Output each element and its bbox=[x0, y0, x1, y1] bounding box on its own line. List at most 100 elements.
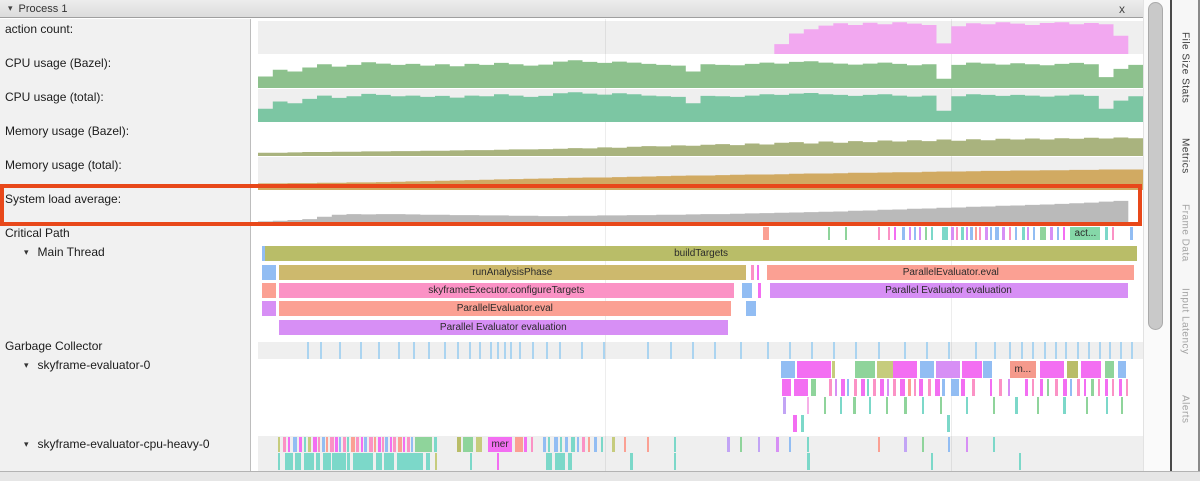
trace-span-labeled[interactable]: Parallel Evaluator evaluation bbox=[279, 320, 728, 335]
trace-span[interactable] bbox=[893, 379, 896, 396]
trace-span-labeled[interactable]: m... bbox=[1010, 361, 1036, 378]
trace-span[interactable] bbox=[948, 342, 950, 359]
trace-span[interactable] bbox=[1063, 379, 1067, 396]
trace-span[interactable] bbox=[951, 227, 954, 240]
trace-span[interactable] bbox=[922, 437, 924, 452]
collapse-arrow-icon[interactable]: ▾ bbox=[24, 247, 29, 258]
trace-span[interactable] bbox=[378, 437, 381, 452]
trace-span[interactable] bbox=[789, 342, 791, 359]
main-thread-lane[interactable]: buildTargets bbox=[258, 246, 1143, 261]
main-thread-lane[interactable]: runAnalysisPhaseParallelEvaluator.eval bbox=[258, 265, 1143, 280]
trace-span[interactable] bbox=[469, 342, 471, 359]
tab-input-latency[interactable]: Input Latency bbox=[1172, 278, 1198, 364]
trace-span[interactable] bbox=[308, 437, 311, 452]
trace-span[interactable] bbox=[853, 397, 856, 414]
trace-span[interactable] bbox=[751, 265, 754, 280]
trace-span[interactable] bbox=[476, 437, 482, 452]
trace-span[interactable] bbox=[428, 342, 430, 359]
trace-span[interactable] bbox=[994, 342, 996, 359]
trace-span[interactable] bbox=[926, 342, 928, 359]
trace-span[interactable] bbox=[577, 437, 579, 452]
trace-span[interactable] bbox=[581, 342, 583, 359]
trace-span[interactable] bbox=[560, 437, 562, 452]
trace-span[interactable] bbox=[457, 437, 461, 452]
counter-chart-mem-bazel[interactable] bbox=[258, 123, 1143, 156]
tab-frame-data[interactable]: Frame Data bbox=[1172, 196, 1198, 270]
trace-span[interactable] bbox=[887, 379, 889, 396]
trace-span[interactable] bbox=[457, 342, 459, 359]
trace-span[interactable] bbox=[811, 342, 813, 359]
trace-span[interactable] bbox=[909, 227, 911, 240]
trace-span[interactable] bbox=[398, 342, 400, 359]
trace-span[interactable] bbox=[962, 361, 982, 378]
trace-span-labeled[interactable]: ParallelEvaluator.eval bbox=[279, 301, 731, 316]
trace-span[interactable] bbox=[510, 342, 512, 359]
trace-span[interactable] bbox=[555, 453, 565, 470]
trace-span[interactable] bbox=[262, 246, 265, 261]
trace-span[interactable] bbox=[1044, 342, 1046, 359]
trace-span[interactable] bbox=[847, 379, 849, 396]
trace-span[interactable] bbox=[797, 361, 831, 378]
main-thread-lane[interactable]: ParallelEvaluator.eval bbox=[258, 301, 1143, 316]
trace-span[interactable] bbox=[942, 227, 948, 240]
trace-span[interactable] bbox=[384, 453, 394, 470]
trace-span-labeled[interactable]: Parallel Evaluator evaluation bbox=[770, 283, 1128, 298]
trace-span[interactable] bbox=[794, 379, 808, 396]
tab-metrics[interactable]: Metrics bbox=[1172, 128, 1198, 184]
trace-span[interactable] bbox=[781, 361, 795, 378]
trace-span[interactable] bbox=[1032, 342, 1034, 359]
trace-span[interactable] bbox=[928, 379, 931, 396]
trace-span[interactable] bbox=[1109, 342, 1111, 359]
trace-span[interactable] bbox=[322, 437, 325, 452]
trace-span[interactable] bbox=[504, 342, 506, 359]
trace-span[interactable] bbox=[360, 342, 362, 359]
trace-span[interactable] bbox=[966, 437, 968, 452]
main-thread-lane[interactable]: Parallel Evaluator evaluation bbox=[258, 320, 1143, 335]
trace-span[interactable] bbox=[630, 453, 633, 470]
trace-span[interactable] bbox=[919, 379, 923, 396]
trace-span[interactable] bbox=[740, 437, 742, 452]
trace-span[interactable] bbox=[382, 437, 384, 452]
trace-span[interactable] bbox=[1130, 227, 1133, 240]
trace-span[interactable] bbox=[878, 227, 880, 240]
trace-span[interactable] bbox=[840, 397, 842, 414]
skyframe-evaluator-0-lane[interactable] bbox=[258, 397, 1143, 414]
trace-span-labeled[interactable]: ParallelEvaluator.eval bbox=[767, 265, 1134, 280]
trace-span[interactable] bbox=[1067, 361, 1078, 378]
trace-span[interactable] bbox=[479, 342, 481, 359]
trace-span[interactable] bbox=[361, 437, 363, 452]
trace-span[interactable] bbox=[531, 437, 533, 452]
trace-span[interactable] bbox=[568, 453, 572, 470]
trace-span[interactable] bbox=[571, 437, 575, 452]
trace-span[interactable] bbox=[782, 379, 791, 396]
trace-span[interactable] bbox=[601, 437, 603, 452]
trace-span[interactable] bbox=[861, 379, 865, 396]
trace-span[interactable] bbox=[1131, 342, 1133, 359]
trace-span[interactable] bbox=[783, 397, 786, 414]
trace-span[interactable] bbox=[318, 437, 320, 452]
trace-span[interactable] bbox=[353, 453, 373, 470]
trace-span[interactable] bbox=[878, 342, 880, 359]
trace-span[interactable] bbox=[546, 453, 552, 470]
trace-span[interactable] bbox=[1077, 342, 1079, 359]
trace-span[interactable] bbox=[993, 437, 995, 452]
trace-span[interactable] bbox=[674, 453, 676, 470]
trace-span[interactable] bbox=[855, 361, 875, 378]
trace-span-labeled[interactable]: buildTargets bbox=[265, 246, 1137, 261]
trace-span[interactable] bbox=[801, 415, 804, 432]
trace-span[interactable] bbox=[936, 361, 960, 378]
trace-span[interactable] bbox=[869, 397, 871, 414]
track-label-skyframe-evaluator-cpu-heavy-0[interactable]: ▾skyframe-evaluator-cpu-heavy-0 bbox=[24, 437, 210, 451]
trace-span[interactable] bbox=[1077, 379, 1080, 396]
trace-span[interactable] bbox=[403, 437, 405, 452]
trace-span[interactable] bbox=[763, 227, 769, 240]
trace-span[interactable] bbox=[867, 379, 869, 396]
trace-span[interactable] bbox=[674, 437, 676, 452]
trace-span[interactable] bbox=[262, 301, 276, 316]
trace-span[interactable] bbox=[961, 227, 964, 240]
trace-span[interactable] bbox=[411, 437, 413, 452]
counter-chart-system-load[interactable] bbox=[258, 191, 1143, 224]
trace-span[interactable] bbox=[339, 342, 341, 359]
trace-span[interactable] bbox=[757, 265, 759, 280]
trace-span[interactable] bbox=[1027, 227, 1029, 240]
